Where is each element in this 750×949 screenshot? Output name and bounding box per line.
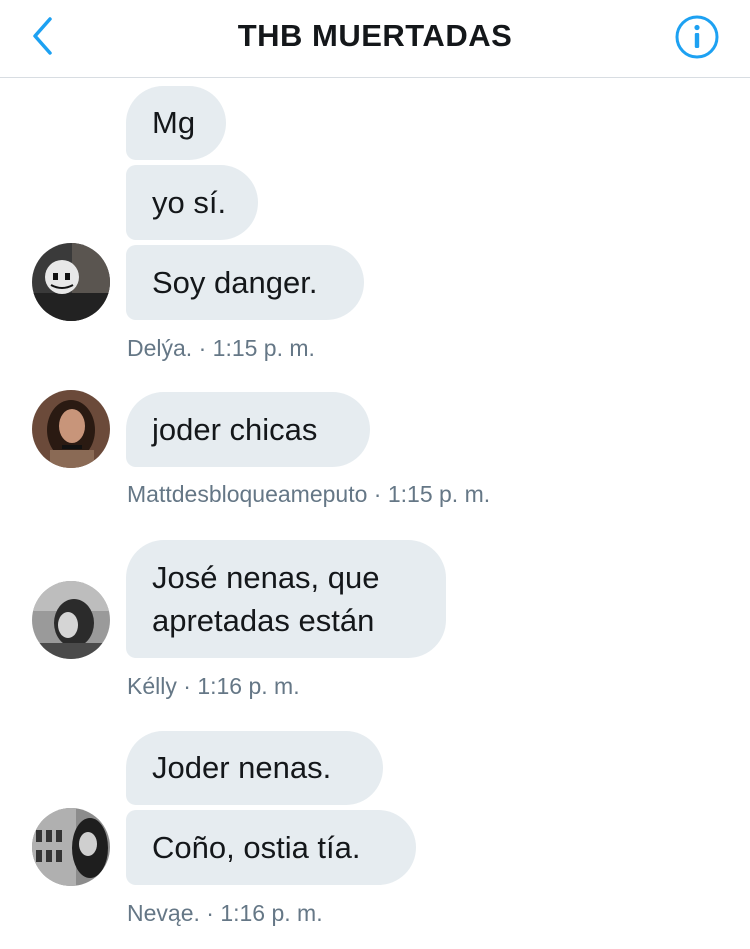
message-bubble[interactable]: yo sí. [126,165,258,240]
meta-separator: · [198,335,207,361]
message-text: Soy danger. [152,264,318,300]
avatar[interactable] [32,808,110,886]
message-text: joder chicas [152,411,318,447]
message-bubble[interactable]: joder chicas [126,392,370,467]
message-bubble[interactable]: Joder nenas. [126,731,383,805]
message-time: 1:16 p. m. [220,900,323,926]
conversation-title: THB MUERTADAS [237,18,513,53]
info-circle-icon [675,15,719,59]
message-text: Joder nenas. [152,750,332,785]
message-time: 1:15 p. m. [212,335,315,361]
info-button[interactable] [674,14,720,60]
message-time: 1:15 p. m. [387,481,491,507]
avatar-image [32,581,110,659]
sender-name: Nevąe. [127,900,200,926]
conversation-header: THB MUERTADAS [0,0,750,78]
avatar[interactable] [32,243,110,321]
avatar[interactable] [32,581,110,659]
message-bubble[interactable]: Soy danger. [126,245,364,320]
message-bubble[interactable]: Coño, ostia tía. [126,810,416,885]
avatar-image [32,243,110,321]
message-text: Mg [152,105,196,140]
meta-separator: · [206,900,214,926]
sender-name: Delýa. [127,335,193,361]
message-bubble[interactable]: Mg [126,86,226,160]
sender-name: Mattdesbloqueameputo [127,481,368,507]
meta-separator: · [183,673,191,699]
message-meta: Nevąe. · 1:16 p. m. [127,900,323,927]
message-bubble[interactable]: José nenas, que apretadas están [126,540,446,658]
message-text: Coño, ostia tía. [152,829,361,865]
message-meta: Delýa. · 1:15 p. m. [127,335,315,362]
message-text: yo sí. [152,184,227,220]
avatar-image [32,390,110,468]
avatar-image [32,808,110,886]
meta-separator: · [373,481,382,507]
message-time: 1:16 p. m. [197,673,300,699]
message-text: José nenas, que apretadas están [152,560,380,638]
avatar[interactable] [32,390,110,468]
sender-name: Kélly [127,673,177,699]
message-meta: Kélly · 1:16 p. m. [127,673,300,700]
message-meta: Mattdesbloqueameputo · 1:15 p. m. [127,481,490,508]
